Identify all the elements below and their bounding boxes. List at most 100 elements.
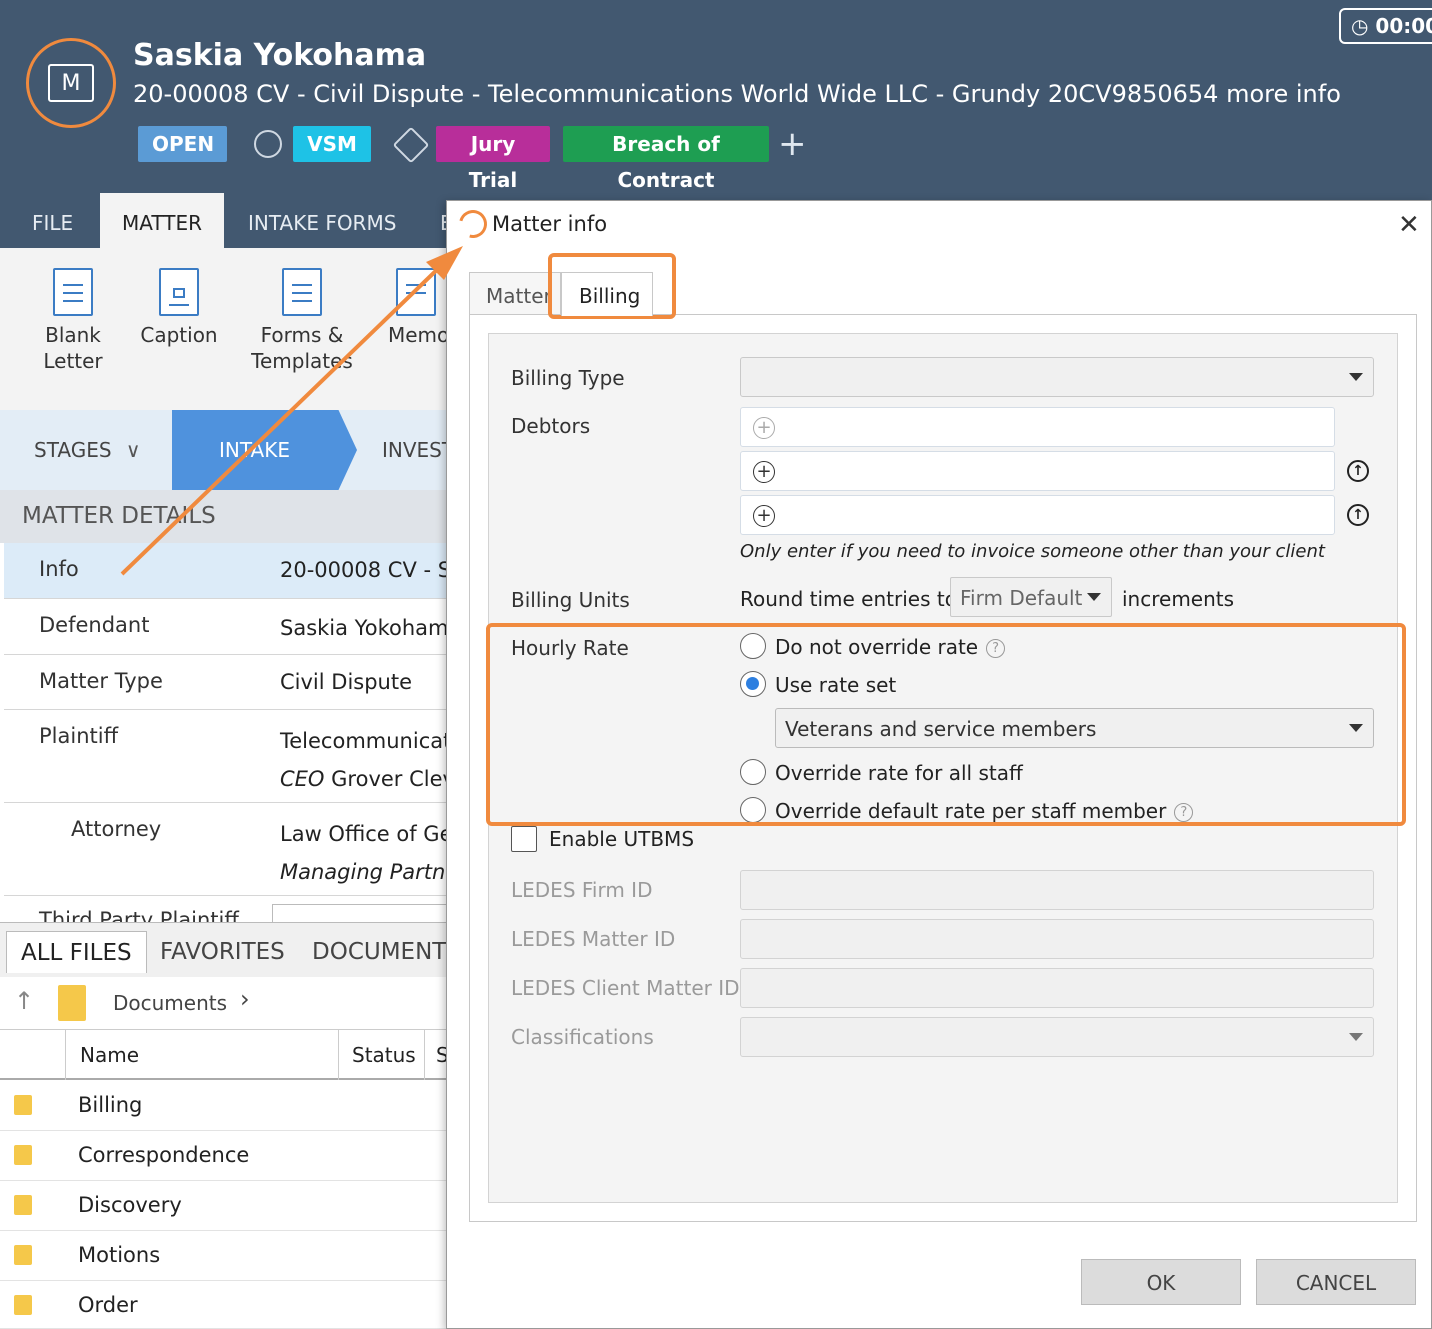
folder-name: Billing: [78, 1093, 143, 1117]
detail-key: Defendant: [39, 613, 150, 637]
radio-override-per-staff[interactable]: [740, 797, 766, 823]
third-party-input[interactable]: [272, 904, 447, 922]
ledes-matter-input[interactable]: [740, 919, 1374, 959]
arrow-up-icon[interactable]: ↑: [1347, 460, 1369, 482]
close-icon[interactable]: ✕: [1398, 210, 1420, 240]
tab-favorites[interactable]: FAVORITES: [146, 931, 299, 973]
detail-key: Info: [39, 557, 79, 581]
radio-override-all-staff[interactable]: [740, 759, 766, 785]
button-label: Blank: [45, 323, 101, 347]
detail-row-matter-type[interactable]: Matter Type Civil Dispute: [4, 655, 447, 710]
user-icon: [254, 130, 282, 158]
stages-bar: STAGES ∨ INTAKE INVEST: [0, 410, 454, 490]
tab-all-files[interactable]: ALL FILES: [6, 931, 147, 973]
detail-row-attorney[interactable]: Attorney Law Office of Ge Managing Partne: [4, 803, 458, 896]
ribbon: Blank Letter Caption Forms & Templates M…: [0, 248, 448, 410]
detail-row-third-party-plaintiff[interactable]: Third Party Plaintiff: [4, 896, 447, 922]
tag-breach-of-contract[interactable]: Breach of Contract: [563, 126, 769, 192]
folder-row[interactable]: Correspondence: [0, 1131, 447, 1181]
radio-label-text: Override default rate per staff member: [775, 799, 1167, 823]
radio-do-not-override[interactable]: [740, 633, 766, 659]
status-badge[interactable]: OPEN: [138, 126, 227, 162]
folder-row[interactable]: Motions: [0, 1231, 447, 1281]
chevron-down-icon: [1349, 373, 1363, 381]
detail-value: Law Office of Ge: [280, 822, 453, 846]
dialog-tab-billing[interactable]: Billing: [561, 272, 653, 316]
breadcrumb-documents[interactable]: Documents: [113, 991, 227, 1015]
radio-label: Override default rate per staff member?: [775, 799, 1194, 823]
button-label: Templates: [251, 349, 353, 373]
responsible-badge[interactable]: VSM: [293, 126, 371, 162]
chevron-right-icon[interactable]: ›: [240, 985, 250, 1013]
ledes-firm-input[interactable]: [740, 870, 1374, 910]
dialog-title: Matter info: [492, 212, 608, 236]
add-icon[interactable]: +: [753, 417, 775, 439]
folder-row[interactable]: Billing: [0, 1081, 447, 1131]
caption-button[interactable]: Caption: [138, 268, 220, 348]
up-arrow-icon[interactable]: ↑: [14, 987, 34, 1015]
classifications-select[interactable]: [740, 1017, 1374, 1057]
help-icon[interactable]: ?: [986, 639, 1006, 658]
ledes-client-matter-input[interactable]: [740, 968, 1374, 1008]
add-tag-icon[interactable]: +: [778, 124, 807, 164]
detail-row-info[interactable]: Info 20-00008 CV - SJ: [4, 543, 457, 599]
chevron-down-icon: [1349, 1033, 1363, 1041]
dialog-tab-matter[interactable]: Matter: [469, 272, 561, 315]
column-name[interactable]: Name: [80, 1043, 139, 1067]
detail-key: Attorney: [71, 817, 162, 841]
billing-type-select[interactable]: [740, 357, 1374, 397]
detail-value: Saskia Yokohama: [280, 616, 462, 640]
detail-sub-italic: Managing Partne: [280, 860, 459, 884]
detail-row-plaintiff[interactable]: Plaintiff Telecommunicati CEO Grover Cleve: [4, 710, 468, 803]
button-label: Caption: [140, 323, 218, 347]
add-icon[interactable]: +: [753, 505, 775, 527]
add-icon[interactable]: +: [753, 461, 775, 483]
document-icon: [282, 268, 322, 316]
timer-button[interactable]: ◷ 00:00: [1339, 8, 1432, 44]
arrow-up-icon[interactable]: ↑: [1347, 504, 1369, 526]
document-icon: [53, 268, 93, 316]
button-label: Forms &: [260, 323, 344, 347]
radio-label: Use rate set: [775, 673, 897, 697]
round-suffix: increments: [1122, 587, 1235, 611]
tag-jury-trial[interactable]: Jury Trial: [436, 126, 550, 192]
stages-dropdown[interactable]: STAGES ∨: [34, 438, 141, 462]
chevron-down-icon: ∨: [125, 438, 141, 462]
debtor-input[interactable]: +: [740, 495, 1335, 535]
folder-icon: [14, 1195, 32, 1215]
folder-row[interactable]: Discovery: [0, 1181, 447, 1231]
detail-value: 20-00008 CV - SJ: [280, 558, 458, 582]
utbms-label: Enable UTBMS: [549, 827, 695, 851]
column-status[interactable]: Status: [352, 1043, 416, 1067]
detail-sub-italic: CEO: [280, 767, 325, 791]
cancel-button[interactable]: CANCEL: [1256, 1259, 1416, 1305]
debtor-input[interactable]: +: [740, 451, 1335, 491]
ok-button[interactable]: OK: [1081, 1259, 1241, 1305]
help-icon[interactable]: ?: [1174, 803, 1194, 822]
stage-invest[interactable]: INVEST: [382, 438, 454, 462]
rate-set-select[interactable]: Veterans and service members: [775, 708, 1374, 748]
tab-file[interactable]: FILE: [10, 193, 95, 248]
debtor-input[interactable]: +: [740, 407, 1335, 447]
document-icon: [159, 268, 199, 316]
tab-documents[interactable]: DOCUMENT: [298, 931, 460, 973]
round-increment-select[interactable]: Firm Default: [950, 577, 1112, 617]
ledes-client-matter-label: LEDES Client Matter ID: [511, 976, 740, 1000]
matter-details-header[interactable]: MATTER DETAILS: [0, 490, 447, 543]
hourly-rate-label: Hourly Rate: [511, 636, 629, 660]
folder-name: Motions: [78, 1243, 161, 1267]
utbms-checkbox[interactable]: [511, 826, 537, 852]
folder-name: Discovery: [78, 1193, 182, 1217]
matter-description[interactable]: 20-00008 CV - Civil Dispute - Telecommun…: [133, 80, 1341, 108]
forms-templates-button[interactable]: Forms & Templates: [248, 268, 356, 374]
folder-row[interactable]: Order: [0, 1281, 447, 1329]
tab-matter[interactable]: MATTER: [100, 193, 224, 248]
files-tabs: ALL FILES FAVORITES DOCUMENT: [0, 922, 447, 977]
radio-use-rate-set[interactable]: [740, 671, 766, 697]
chevron-down-icon: [1349, 724, 1363, 732]
memo-button[interactable]: Memo: [388, 268, 448, 348]
detail-row-defendant[interactable]: Defendant Saskia Yokohama: [4, 599, 461, 655]
detail-key: Plaintiff: [39, 724, 119, 748]
blank-letter-button[interactable]: Blank Letter: [38, 268, 108, 374]
tab-intake-forms[interactable]: INTAKE FORMS: [226, 193, 418, 248]
